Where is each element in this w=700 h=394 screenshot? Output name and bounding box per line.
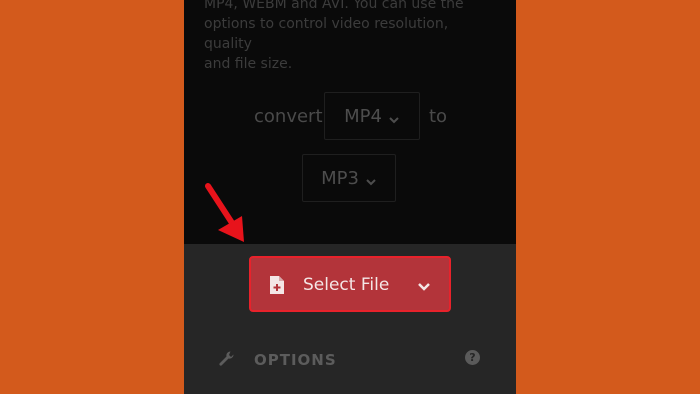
file-plus-icon	[269, 275, 285, 299]
options-row[interactable]: OPTIONS ?	[184, 344, 516, 376]
to-label: to	[429, 106, 448, 127]
convert-label: convert	[254, 106, 323, 127]
from-format-select[interactable]: MP4	[324, 92, 420, 140]
select-file-button[interactable]: Select File	[249, 256, 451, 312]
red-arrow-icon	[205, 183, 244, 242]
chevron-down-icon	[365, 172, 377, 186]
select-file-label: Select File	[303, 275, 390, 295]
options-label: OPTIONS	[254, 351, 337, 369]
chevron-down-icon	[388, 110, 400, 124]
wrench-icon	[218, 350, 236, 372]
upload-panel: Select File OPTIONS ?	[184, 244, 516, 394]
description-text: MP4, WEBM and AVI. You can use the optio…	[204, 0, 464, 72]
to-format-value: MP3	[321, 167, 359, 189]
question-circle-icon[interactable]: ?	[465, 350, 480, 365]
from-format-value: MP4	[344, 105, 382, 127]
chevron-down-icon[interactable]	[417, 278, 431, 297]
to-format-select[interactable]: MP3	[302, 154, 396, 202]
